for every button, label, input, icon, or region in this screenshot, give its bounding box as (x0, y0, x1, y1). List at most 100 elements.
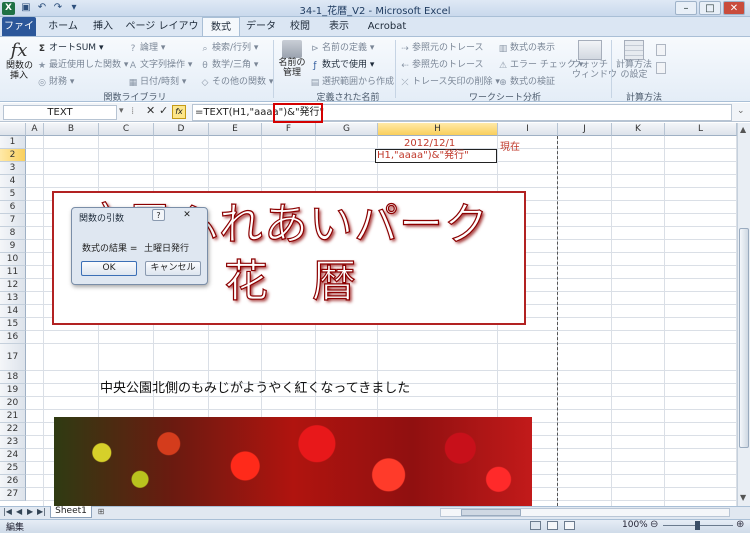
page-layout-view-icon[interactable] (547, 521, 558, 530)
insert-function-button[interactable]: fx 関数の 挿入 (6, 40, 33, 88)
excel-logo-icon[interactable]: X (2, 2, 15, 15)
tab-home[interactable]: ホーム (42, 17, 84, 36)
row-header-25[interactable]: 25 (0, 462, 26, 475)
row-header-27[interactable]: 27 (0, 488, 26, 501)
sheet-nav-next-icon[interactable]: ▶ (27, 507, 33, 516)
recent-functions-button[interactable]: ★ 最近使用した関数 ▾ (37, 57, 128, 71)
error-checking-button[interactable]: ⚠ エラー チェック ▾ (498, 57, 583, 71)
tab-view[interactable]: 表示 (320, 17, 358, 36)
tab-review[interactable]: 校閲 (282, 17, 318, 36)
column-header-j[interactable]: J (558, 123, 612, 136)
sheet-tab-sheet1[interactable]: Sheet1 (50, 506, 92, 518)
trace-dependents-button[interactable]: ⇠ 参照先のトレース (400, 57, 483, 71)
zoom-out-icon[interactable]: ⊖ (650, 519, 658, 530)
horizontal-scrollbar[interactable] (440, 508, 730, 517)
close-icon[interactable]: ✕ (723, 1, 745, 15)
calc-options-button[interactable]: 計算方法 の設定 (614, 40, 654, 88)
sheet-nav-prev-icon[interactable]: ◀ (16, 507, 22, 516)
row-header-20[interactable]: 20 (0, 397, 26, 410)
row-header-23[interactable]: 23 (0, 436, 26, 449)
autumn-leaves-photo[interactable] (54, 417, 532, 506)
column-header-f[interactable]: F (262, 123, 316, 136)
name-box-dropdown-icon[interactable]: ▾ (119, 106, 124, 116)
row-header-3[interactable]: 3 (0, 162, 26, 175)
row-header-11[interactable]: 11 (0, 266, 26, 279)
row-header-19[interactable]: 19 (0, 384, 26, 397)
help-icon[interactable]: ? (152, 209, 165, 221)
scroll-up-icon[interactable]: ▲ (740, 125, 746, 134)
column-header-g[interactable]: G (316, 123, 378, 136)
expand-formula-bar-icon[interactable]: ⌄ (737, 106, 745, 116)
row-header-1[interactable]: 1 (0, 136, 26, 149)
column-header-a[interactable]: A (26, 123, 44, 136)
select-all-corner[interactable] (0, 123, 26, 136)
row-header-10[interactable]: 10 (0, 253, 26, 266)
cell-i1[interactable]: 現在 (500, 138, 520, 153)
row-header-15[interactable]: 15 (0, 318, 26, 331)
row-header-16[interactable]: 16 (0, 331, 26, 344)
sheet-nav-last-icon[interactable]: ▶| (37, 507, 46, 516)
redo-icon[interactable]: ↷ (52, 2, 64, 14)
ok-button[interactable]: OK (81, 261, 137, 276)
scroll-down-icon[interactable]: ▼ (740, 493, 746, 502)
calc-sheet-icon[interactable] (656, 62, 666, 74)
define-name-button[interactable]: ⊳ 名前の定義 ▾ (310, 40, 374, 54)
sheet-nav-first-icon[interactable]: |◀ (3, 507, 12, 516)
row-header-14[interactable]: 14 (0, 305, 26, 318)
show-formulas-button[interactable]: ▥ 数式の表示 (498, 40, 555, 54)
row-header-22[interactable]: 22 (0, 423, 26, 436)
calc-now-icon[interactable] (656, 44, 666, 56)
row-header-4[interactable]: 4 (0, 175, 26, 188)
evaluate-formula-button[interactable]: ⊕ 数式の検証 (498, 74, 555, 88)
zoom-level[interactable]: 100% (622, 520, 648, 530)
create-from-selection-button[interactable]: ▤ 選択範囲から作成 (310, 74, 394, 88)
remove-arrows-button[interactable]: ⤫ トレース矢印の削除 ▾ (400, 74, 500, 88)
column-header-h[interactable]: H (378, 123, 498, 136)
column-header-c[interactable]: C (99, 123, 154, 136)
enter-icon[interactable]: ✓ (159, 104, 168, 117)
tab-page-layout[interactable]: ページ レイアウト (124, 17, 200, 51)
maximize-icon[interactable]: □ (699, 1, 721, 15)
undo-icon[interactable]: ↶ (36, 2, 48, 14)
row-header-24[interactable]: 24 (0, 449, 26, 462)
text-functions-button[interactable]: A 文字列操作 ▾ (128, 57, 193, 71)
zoom-in-icon[interactable]: ⊕ (736, 519, 744, 530)
name-box[interactable]: TEXT (3, 105, 117, 120)
tab-data[interactable]: データ (242, 17, 280, 36)
tab-acrobat[interactable]: Acrobat (362, 17, 412, 36)
tab-formulas[interactable]: 数式 (202, 17, 240, 36)
scroll-thumb[interactable] (739, 228, 749, 448)
function-arguments-dialog[interactable]: 関数の引数 ? ✕ 数式の結果 = 土曜日発行 OK キャンセル (71, 207, 208, 285)
cancel-button[interactable]: キャンセル (145, 261, 201, 276)
cell-h2-editing[interactable]: H1,"aaaa")&"発行" (375, 149, 497, 163)
tab-insert[interactable]: 挿入 (86, 17, 120, 36)
insert-function-fx-icon[interactable]: fx (172, 105, 186, 119)
trace-precedents-button[interactable]: ⇢ 参照元のトレース (400, 40, 483, 54)
column-header-i[interactable]: I (498, 123, 558, 136)
watch-window-button[interactable]: ウォッチ ウィンドウ (572, 40, 617, 88)
new-sheet-icon[interactable]: ⊞ (94, 507, 108, 517)
datetime-button[interactable]: ▦ 日付/時刻 ▾ (128, 74, 187, 88)
row-header-8[interactable]: 8 (0, 227, 26, 240)
logical-button[interactable]: ? 論理 ▾ (128, 40, 166, 54)
row-header-9[interactable]: 9 (0, 240, 26, 253)
lookup-button[interactable]: ⌕ 検索/行列 ▾ (200, 40, 258, 54)
row-header-5[interactable]: 5 (0, 188, 26, 201)
financial-button[interactable]: ◎ 財務 ▾ (37, 74, 74, 88)
autosum-button[interactable]: Σ オートSUM ▾ (37, 40, 104, 54)
more-functions-button[interactable]: ◇ その他の関数 ▾ (200, 74, 274, 88)
row-header-21[interactable]: 21 (0, 410, 26, 423)
vertical-scrollbar[interactable]: ▲ ▼ (737, 123, 750, 506)
column-header-l[interactable]: L (665, 123, 737, 136)
name-manager-button[interactable]: 名前の 管理 (278, 40, 306, 88)
save-icon[interactable]: ▣ (20, 2, 32, 14)
column-header-b[interactable]: B (44, 123, 99, 136)
row-header-6[interactable]: 6 (0, 201, 26, 214)
math-button[interactable]: θ 数学/三角 ▾ (200, 57, 258, 71)
row-header-26[interactable]: 26 (0, 475, 26, 488)
column-header-d[interactable]: D (154, 123, 209, 136)
cell-h1[interactable]: 2012/12/1 (404, 138, 455, 149)
column-header-k[interactable]: K (612, 123, 665, 136)
use-in-formula-button[interactable]: ƒ 数式で使用 ▾ (310, 57, 374, 71)
row-header-13[interactable]: 13 (0, 292, 26, 305)
